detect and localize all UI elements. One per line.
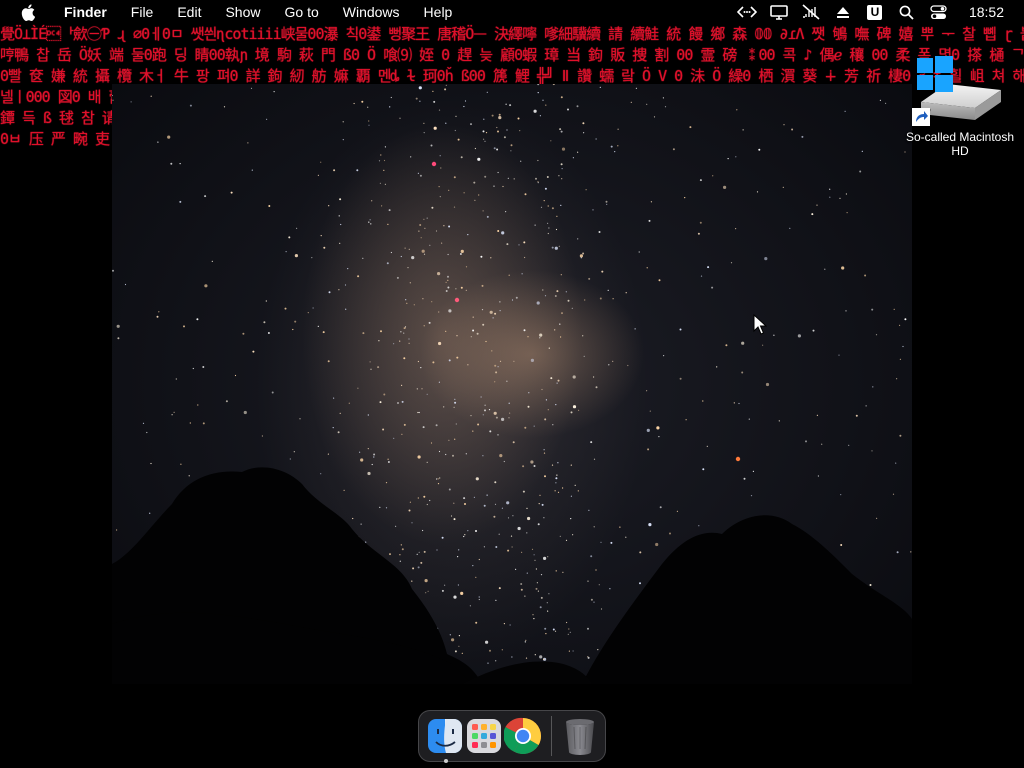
eject-icon[interactable] <box>832 3 854 21</box>
alias-arrow-icon <box>912 108 930 126</box>
menu-bar: Finder File Edit Show Go to Windows Help… <box>0 0 1024 24</box>
menu-file[interactable]: File <box>119 0 166 24</box>
mute-icon[interactable] <box>800 3 822 21</box>
dock-item-chrome[interactable] <box>504 716 542 756</box>
search-icon[interactable] <box>896 3 918 21</box>
menu-windows[interactable]: Windows <box>331 0 412 24</box>
disk-label[interactable]: So-called Macintosh HD <box>898 130 1022 158</box>
glitch-line: 覺Ö⊥ÌÉᅡ歛㊀Ƥ ɻ ∅0ㅔ0ㅁ 쌧씐ɳcotiiii峡물00瀑 칙0鍙 뻥… <box>0 25 1024 43</box>
menu-go-to[interactable]: Go to <box>273 0 331 24</box>
dock-item-trash[interactable] <box>561 716 598 756</box>
u-badge-label: U <box>867 4 883 20</box>
dock <box>418 710 606 763</box>
mouse-cursor-icon <box>753 314 767 335</box>
windows-logo-icon <box>917 56 953 92</box>
dock-item-launchpad[interactable] <box>465 716 502 756</box>
running-indicator <box>444 759 448 763</box>
menu-help[interactable]: Help <box>412 0 465 24</box>
launchpad-icon <box>466 719 501 753</box>
trash-icon <box>565 719 594 755</box>
tree-silhouette <box>112 467 912 684</box>
menubar-clock[interactable]: 18:52 <box>969 4 1004 20</box>
dock-item-finder[interactable] <box>426 716 463 763</box>
menu-edit[interactable]: Edit <box>165 0 213 24</box>
apple-icon[interactable] <box>18 2 38 22</box>
milky-way-wallpaper <box>112 84 912 684</box>
finder-icon <box>427 719 462 753</box>
display-icon[interactable] <box>768 3 790 21</box>
glitch-line: 哼鴨 찹 岳 Ö妖 端 둘0跑 딩 睛00執ɲ 境 駒 萩 門 ß0 Ö 喰⑼ … <box>0 46 1024 64</box>
dock-separator <box>551 716 552 756</box>
menu-finder[interactable]: Finder <box>52 0 119 24</box>
remote-desktop-icon[interactable] <box>736 3 758 21</box>
menu-show[interactable]: Show <box>213 0 272 24</box>
u-badge-icon[interactable]: U <box>864 3 886 21</box>
chrome-icon <box>504 717 542 755</box>
control-center-icon[interactable] <box>928 3 950 21</box>
